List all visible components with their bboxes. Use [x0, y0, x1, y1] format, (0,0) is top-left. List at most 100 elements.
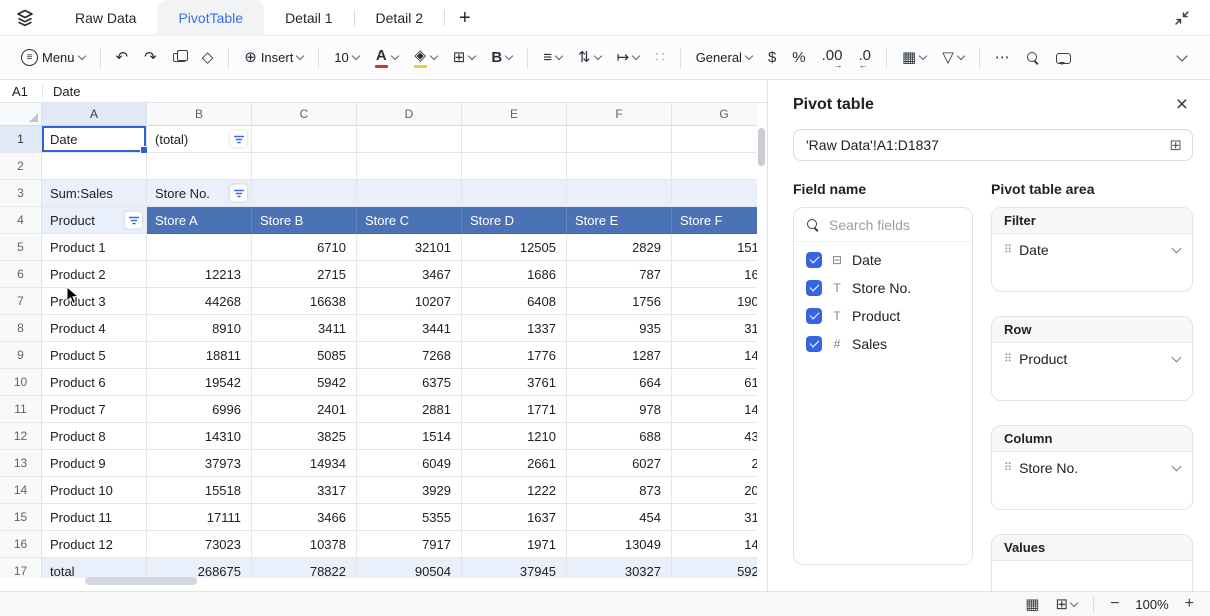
format-painter-button[interactable] — [166, 43, 193, 73]
cell-G11[interactable]: 145 — [672, 396, 757, 423]
cell-E6[interactable]: 1686 — [462, 261, 567, 288]
cell-B9[interactable]: 18811 — [147, 342, 252, 369]
area-item-product[interactable]: ⠿Product — [992, 343, 1192, 375]
merge-cells-button[interactable]: ∷ — [648, 43, 672, 73]
row-header-15[interactable]: 15 — [0, 504, 42, 531]
cell-D11[interactable]: 2881 — [357, 396, 462, 423]
cell-F8[interactable]: 935 — [567, 315, 672, 342]
cell-E8[interactable]: 1337 — [462, 315, 567, 342]
cell-D3[interactable] — [357, 180, 462, 207]
horizontal-align-button[interactable]: ≡ — [536, 43, 569, 73]
checkbox-checked[interactable] — [806, 252, 822, 268]
column-header-A[interactable]: A — [42, 103, 147, 126]
text-orientation-button[interactable]: ↦ — [610, 43, 647, 73]
cell-B7[interactable]: 44268 — [147, 288, 252, 315]
cell-F1[interactable] — [567, 126, 672, 153]
chevron-down-icon[interactable] — [1172, 244, 1182, 254]
add-sheet-button[interactable]: + — [445, 0, 485, 36]
cell-E5[interactable]: 12505 — [462, 234, 567, 261]
cell-C2[interactable] — [252, 153, 357, 180]
zoom-out-button[interactable]: − — [1110, 596, 1119, 612]
row-header-2[interactable]: 2 — [0, 153, 42, 180]
checkbox-checked[interactable] — [806, 308, 822, 324]
app-logo-icon[interactable] — [14, 7, 36, 29]
cell-A9[interactable]: Product 5 — [42, 342, 147, 369]
cell-F17[interactable]: 30327 — [567, 558, 672, 578]
cell-D16[interactable]: 7917 — [357, 531, 462, 558]
cell-A17[interactable]: total — [42, 558, 147, 578]
cell-B10[interactable]: 19542 — [147, 369, 252, 396]
column-header-C[interactable]: C — [252, 103, 357, 126]
cell-D10[interactable]: 6375 — [357, 369, 462, 396]
cell-D4[interactable]: Store C — [357, 207, 462, 234]
cell-G9[interactable]: 140 — [672, 342, 757, 369]
area-item-store-no-[interactable]: ⠿Store No. — [992, 452, 1192, 484]
cell-E9[interactable]: 1776 — [462, 342, 567, 369]
row-header-1[interactable]: 1 — [0, 126, 42, 153]
cell-G4[interactable]: Store F — [672, 207, 757, 234]
cell-E14[interactable]: 1222 — [462, 477, 567, 504]
cell-C15[interactable]: 3466 — [252, 504, 357, 531]
zoom-level[interactable]: 100% — [1135, 597, 1168, 612]
tab-raw-data[interactable]: Raw Data — [54, 0, 157, 36]
cell-D6[interactable]: 3467 — [357, 261, 462, 288]
cell-C7[interactable]: 16638 — [252, 288, 357, 315]
cell-G1[interactable] — [672, 126, 757, 153]
cell-G15[interactable]: 314 — [672, 504, 757, 531]
row-header-9[interactable]: 9 — [0, 342, 42, 369]
cell-A1[interactable]: Date — [42, 126, 147, 153]
select-all-corner[interactable] — [0, 103, 42, 126]
cell-E15[interactable]: 1637 — [462, 504, 567, 531]
cell-B1[interactable]: (total) — [147, 126, 252, 153]
name-box[interactable]: A1 — [0, 84, 42, 99]
cell-D15[interactable]: 5355 — [357, 504, 462, 531]
cell-F16[interactable]: 13049 — [567, 531, 672, 558]
row-header-11[interactable]: 11 — [0, 396, 42, 423]
checkbox-checked[interactable] — [806, 280, 822, 296]
cell-G16[interactable]: 143 — [672, 531, 757, 558]
view-switcher-button[interactable]: ⊞ — [1055, 597, 1077, 612]
cell-C6[interactable]: 2715 — [252, 261, 357, 288]
cell-G10[interactable]: 612 — [672, 369, 757, 396]
cell-B8[interactable]: 8910 — [147, 315, 252, 342]
conditional-format-button[interactable]: ▦ — [895, 43, 933, 73]
cell-E7[interactable]: 6408 — [462, 288, 567, 315]
cell-B16[interactable]: 73023 — [147, 531, 252, 558]
bold-button[interactable]: B — [484, 43, 519, 73]
grid-view-icon[interactable]: ▦ — [1025, 597, 1039, 612]
vertical-scrollbar[interactable] — [758, 128, 765, 166]
field-item-product[interactable]: TProduct — [794, 302, 972, 330]
field-item-sales[interactable]: #Sales — [794, 330, 972, 358]
cell-E4[interactable]: Store D — [462, 207, 567, 234]
row-header-17[interactable]: 17 — [0, 558, 42, 578]
cell-F3[interactable] — [567, 180, 672, 207]
row-header-3[interactable]: 3 — [0, 180, 42, 207]
collapse-window-icon[interactable] — [1172, 8, 1192, 28]
chevron-down-icon[interactable] — [1172, 462, 1182, 472]
cell-C9[interactable]: 5085 — [252, 342, 357, 369]
drag-handle-icon[interactable]: ⠿ — [1004, 245, 1012, 256]
menu-button[interactable]: ≡Menu — [14, 43, 92, 73]
cell-D13[interactable]: 6049 — [357, 450, 462, 477]
cell-G17[interactable]: 5920 — [672, 558, 757, 578]
filter-icon[interactable] — [230, 185, 247, 202]
area-item-date[interactable]: ⠿Date — [992, 234, 1192, 266]
cell-A16[interactable]: Product 12 — [42, 531, 147, 558]
cell-A10[interactable]: Product 6 — [42, 369, 147, 396]
row-header-14[interactable]: 14 — [0, 477, 42, 504]
cell-A11[interactable]: Product 7 — [42, 396, 147, 423]
fill-color-button[interactable]: ◈ — [407, 43, 444, 73]
find-replace-button[interactable] — [1019, 43, 1047, 73]
cell-D7[interactable]: 10207 — [357, 288, 462, 315]
cell-F15[interactable]: 454 — [567, 504, 672, 531]
cell-D17[interactable]: 90504 — [357, 558, 462, 578]
cell-B14[interactable]: 15518 — [147, 477, 252, 504]
cell-E16[interactable]: 1971 — [462, 531, 567, 558]
currency-format-button[interactable]: $ — [761, 43, 783, 73]
cell-B2[interactable] — [147, 153, 252, 180]
row-header-5[interactable]: 5 — [0, 234, 42, 261]
zoom-in-button[interactable]: + — [1185, 596, 1194, 612]
cell-E1[interactable] — [462, 126, 567, 153]
horizontal-scrollbar[interactable] — [85, 577, 197, 585]
cell-C10[interactable]: 5942 — [252, 369, 357, 396]
